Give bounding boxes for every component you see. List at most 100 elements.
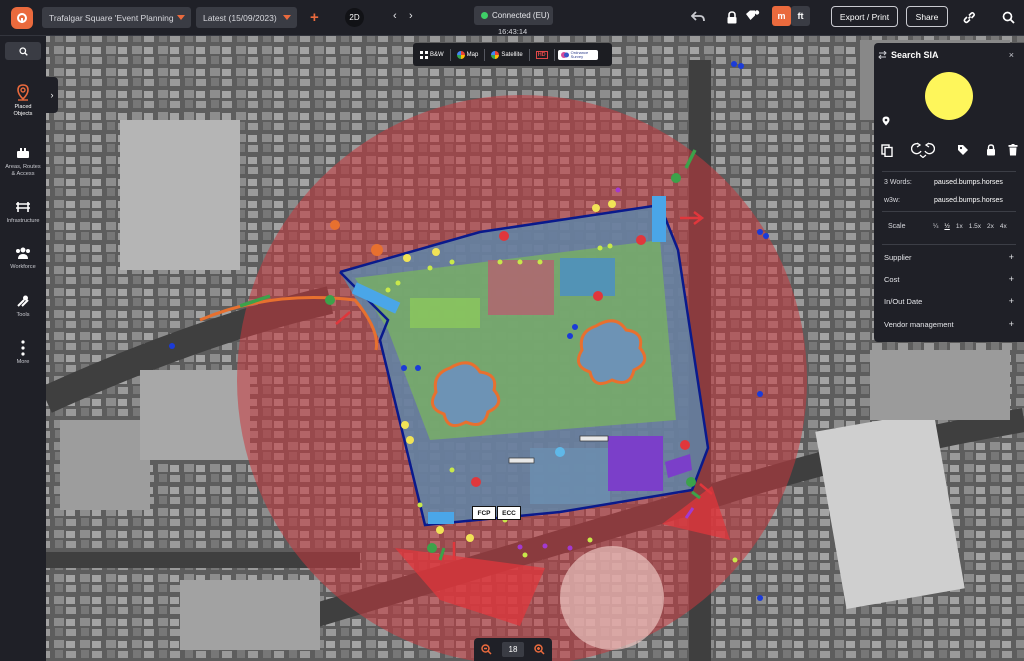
- location-pin-icon[interactable]: [882, 113, 890, 131]
- layer-bw[interactable]: B&W: [417, 50, 447, 59]
- clock-time: 16:43:14: [498, 27, 528, 36]
- view-mode-toggle[interactable]: 2D: [345, 8, 364, 27]
- divider: [449, 48, 451, 61]
- section-label: Supplier: [884, 253, 912, 262]
- section-in-out-date[interactable]: In/Out Date +: [884, 296, 1014, 306]
- scale-option-4x[interactable]: 4x: [1000, 223, 1007, 230]
- expand-plus-icon[interactable]: +: [1009, 252, 1014, 262]
- layer-satellite[interactable]: Satellite: [488, 50, 525, 59]
- scale-options: ¼ ½ 1x 1.5x 2x 4x: [933, 223, 1007, 230]
- add-button[interactable]: +: [310, 9, 319, 26]
- fcp-label[interactable]: FCP: [472, 506, 496, 520]
- chevron-down-icon: [177, 15, 185, 20]
- tag-icon[interactable]: [956, 143, 970, 157]
- panel-title: Search SIA: [891, 50, 939, 60]
- section-vendor-management[interactable]: Vendor management +: [884, 319, 1014, 329]
- sidebar-item-more[interactable]: More: [0, 339, 46, 366]
- barrier-icon: [0, 198, 46, 216]
- divider: [484, 48, 486, 61]
- people-icon: [0, 244, 46, 262]
- sidebar-item-label: Workforce: [10, 264, 36, 270]
- scale-option-1x[interactable]: 1x: [956, 223, 963, 230]
- layer-ordnance-label: Ordnance Survey: [570, 49, 589, 59]
- project-dropdown[interactable]: Trafalgar Square 'Event Planning: [42, 7, 191, 28]
- layer-map[interactable]: Map: [454, 50, 482, 59]
- sidebar-search-button[interactable]: [5, 42, 41, 60]
- sidebar-item-label: More: [16, 359, 30, 365]
- route-icon: [0, 144, 46, 162]
- zoom-in-icon: [534, 644, 545, 655]
- expand-plus-icon[interactable]: +: [1009, 274, 1014, 284]
- three-words-label: 3 Words:: [884, 179, 912, 186]
- section-supplier[interactable]: Supplier +: [884, 252, 1014, 262]
- expand-plus-icon[interactable]: +: [1009, 296, 1014, 306]
- trash-icon[interactable]: [1006, 143, 1020, 157]
- zoom-in-button[interactable]: [533, 643, 546, 656]
- search-icon[interactable]: [1000, 9, 1016, 25]
- tools-icon: [0, 292, 46, 310]
- connection-status: Connected (EU): [474, 6, 553, 25]
- lock-icon[interactable]: [724, 9, 740, 25]
- scale-label: Scale: [888, 223, 906, 230]
- layer-satellite-label: Satellite: [501, 51, 523, 58]
- zoom-level[interactable]: 18: [502, 642, 524, 657]
- sidebar-item-label: Tools: [16, 312, 30, 318]
- swap-icon[interactable]: [878, 51, 887, 59]
- sidebar-item-placed-objects[interactable]: Placed Objects: [0, 84, 46, 118]
- section-cost[interactable]: Cost +: [884, 274, 1014, 284]
- unit-ft-toggle[interactable]: ft: [791, 6, 810, 26]
- sidebar-item-tools[interactable]: Tools: [0, 292, 46, 319]
- section-label: Vendor management: [884, 320, 954, 329]
- divider: [882, 211, 1016, 212]
- zoom-control: 18: [474, 638, 552, 661]
- sidebar-item-label: Infrastructure: [6, 218, 40, 224]
- sidebar-expand-button[interactable]: ›: [46, 77, 58, 113]
- sidebar-item-areas-routes[interactable]: Areas, Routes & Access: [0, 144, 46, 178]
- app-logo[interactable]: [11, 7, 33, 29]
- w3w-label: w3w:: [884, 197, 900, 204]
- connection-label: Connected (EU): [492, 11, 550, 20]
- export-print-button[interactable]: Export / Print: [831, 6, 898, 27]
- panel-header: Search SIA: [878, 50, 1020, 60]
- sidebar-item-infrastructure[interactable]: Infrastructure: [0, 198, 46, 225]
- left-sidebar: Placed Objects Areas, Routes & Access In…: [0, 36, 46, 661]
- three-words-value[interactable]: paused.bumps.horses: [934, 179, 1003, 186]
- undo-icon[interactable]: [690, 9, 706, 25]
- panel-action-row: [880, 142, 1020, 159]
- zoom-out-button[interactable]: [480, 643, 493, 656]
- scale-option-2x[interactable]: 2x: [987, 223, 994, 230]
- chevron-down-icon: [283, 15, 291, 20]
- divider: [882, 244, 1016, 245]
- google-icon: [456, 50, 465, 59]
- rotate-icon[interactable]: [910, 142, 936, 158]
- expand-plus-icon[interactable]: +: [1009, 319, 1014, 329]
- search-icon: [18, 46, 28, 56]
- scale-option-1-5x[interactable]: 1.5x: [969, 223, 981, 230]
- chevron-right-icon: ›: [50, 90, 54, 100]
- layer-hd[interactable]: HD: [533, 50, 551, 59]
- layer-ordnance-survey[interactable]: Ordnance Survey: [557, 49, 598, 60]
- google-icon: [491, 50, 500, 59]
- more-dots-icon: [0, 339, 46, 357]
- divider: [553, 48, 555, 61]
- layer-map-label: Map: [466, 51, 479, 58]
- w3w-value[interactable]: paused.bumps.horses: [934, 197, 1003, 204]
- share-button[interactable]: Share: [906, 6, 948, 27]
- grid-icon: [420, 50, 428, 59]
- lock-icon[interactable]: [984, 143, 998, 157]
- back-arrow-icon[interactable]: ‹: [393, 10, 397, 22]
- sidebar-item-label: Areas, Routes: [5, 164, 41, 170]
- forward-arrow-icon[interactable]: ›: [409, 10, 413, 22]
- sidebar-item-workforce[interactable]: Workforce: [0, 244, 46, 271]
- logo-icon: [17, 13, 27, 23]
- link-icon[interactable]: [961, 9, 977, 25]
- close-icon[interactable]: ×: [1009, 50, 1014, 60]
- tag-visibility-icon[interactable]: [745, 9, 761, 25]
- copy-icon[interactable]: [880, 143, 894, 157]
- ecc-label[interactable]: ECC: [497, 506, 521, 520]
- scale-option-half[interactable]: ½: [944, 223, 949, 230]
- unit-m-toggle[interactable]: m: [772, 6, 791, 26]
- search-panel: Search SIA × 3 Words: paused.bumps.horse…: [874, 43, 1024, 342]
- scale-option-quarter[interactable]: ¼: [933, 223, 938, 230]
- version-dropdown[interactable]: Latest (15/09/2023): [196, 7, 297, 28]
